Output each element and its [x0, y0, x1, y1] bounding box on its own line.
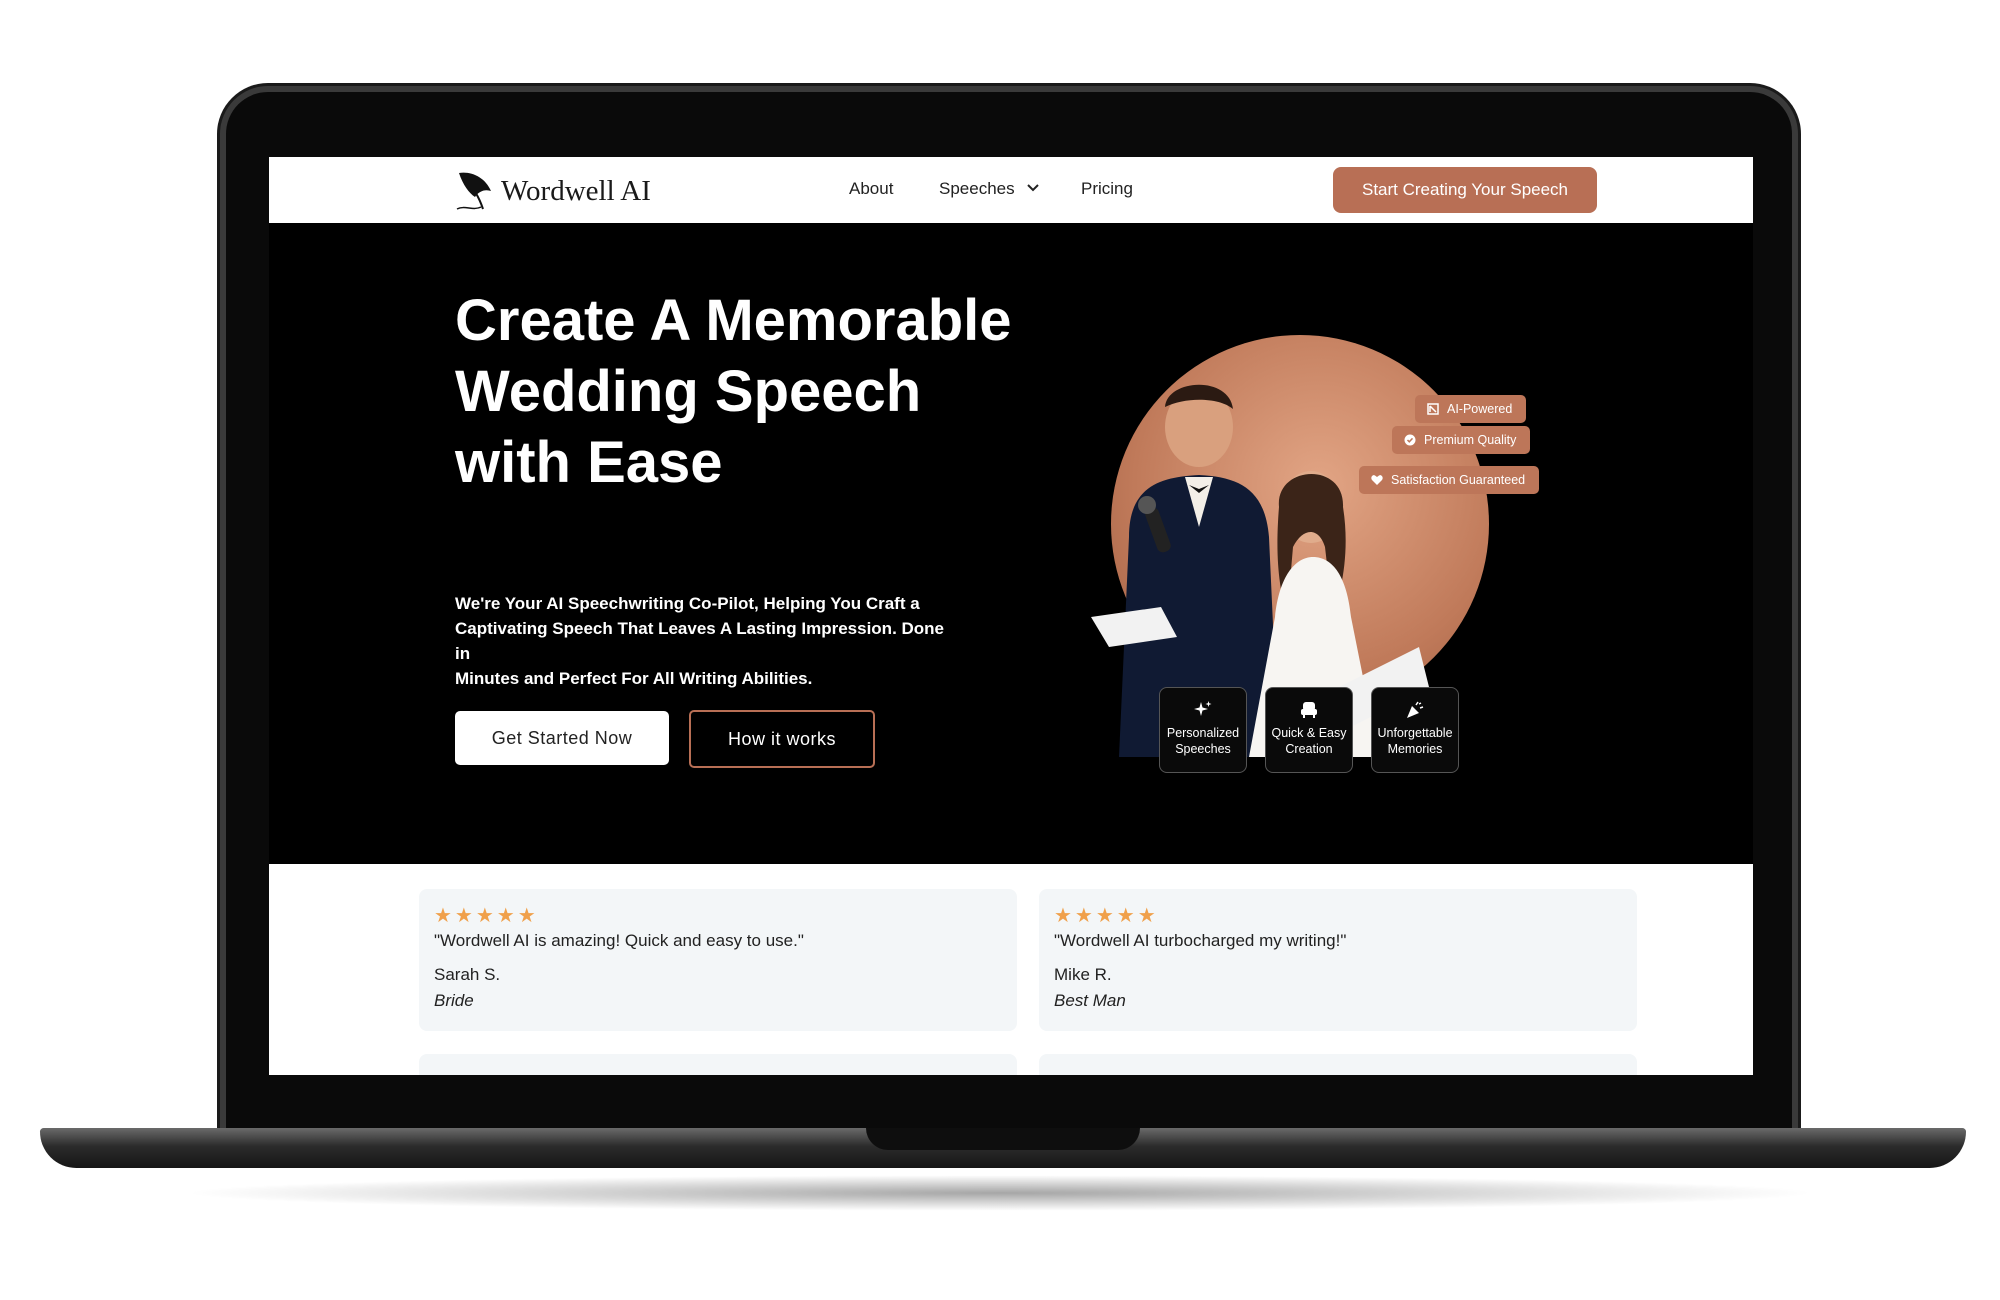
testimonials-section: ★★★★★ "Wordwell AI is amazing! Quick and…: [269, 864, 1753, 1075]
testimonial-role: Best Man: [1054, 991, 1126, 1010]
how-it-works-button[interactable]: How it works: [689, 710, 875, 768]
feature-unforgettable-memories: Unforgettable Memories: [1371, 687, 1459, 773]
testimonial-card-partial: [419, 1054, 1017, 1075]
get-started-button[interactable]: Get Started Now: [455, 711, 669, 765]
check-badge-icon: [1404, 434, 1416, 446]
hero-subtitle-line: Minutes and Perfect For All Writing Abil…: [455, 669, 813, 688]
badge-ai-powered: AI-Powered: [1415, 395, 1527, 423]
feature-label: Quick & Easy: [1271, 726, 1347, 740]
feature-personalized-speeches: Personalized Speeches: [1159, 687, 1247, 773]
testimonial-quote: "Wordwell AI is amazing! Quick and easy …: [434, 931, 804, 950]
testimonial-card-partial: [1039, 1054, 1637, 1075]
logo-text: Wordwell AI: [501, 174, 651, 207]
feature-label: Speeches: [1175, 742, 1231, 756]
testimonial-card: ★★★★★ "Wordwell AI is amazing! Quick and…: [419, 889, 1017, 1031]
hero-title-line: Create A Memorable: [455, 288, 1012, 353]
star-rating: ★★★★★: [1054, 905, 1159, 927]
laptop-screen: Wordwell AI About Speeches Pricing Start…: [269, 157, 1753, 1075]
feature-label: Memories: [1387, 742, 1443, 756]
hero-title-line: Wedding Speech: [455, 359, 922, 424]
nav-link-speeches[interactable]: Speeches: [939, 179, 1040, 199]
top-nav: Wordwell AI About Speeches Pricing Start…: [269, 157, 1753, 223]
hero-subtitle-line: We're Your AI Speechwriting Co-Pilot, He…: [455, 594, 920, 613]
nav-link-speeches-label: Speeches: [939, 179, 1015, 198]
heart-icon: [1371, 475, 1383, 485]
feature-label: Creation: [1285, 742, 1333, 756]
testimonial-name: Sarah S.: [434, 965, 501, 984]
badge-satisfaction-guaranteed: Satisfaction Guaranteed: [1359, 466, 1540, 494]
start-creating-button[interactable]: Start Creating Your Speech: [1333, 167, 1597, 213]
laptop-shadow: [180, 1175, 1820, 1211]
badge-label: Premium Quality: [1424, 433, 1517, 447]
badge-label: AI-Powered: [1447, 402, 1513, 416]
feature-quick-easy-creation: Quick & Easy Creation: [1265, 687, 1353, 773]
hero-title: Create A Memorable Wedding Speech with E…: [455, 285, 1075, 498]
nav-link-pricing[interactable]: Pricing: [1081, 179, 1133, 199]
sparkles-icon: [1194, 701, 1212, 716]
hero-subtitle-line: Captivating Speech That Leaves A Lasting…: [455, 619, 945, 663]
logo[interactable]: Wordwell AI: [455, 169, 651, 213]
nav-link-about[interactable]: About: [849, 179, 893, 199]
chevron-down-icon: [1027, 184, 1040, 192]
laptop-notch: [866, 1128, 1140, 1150]
testimonial-name: Mike R.: [1054, 965, 1112, 984]
feature-label: Personalized: [1166, 726, 1240, 740]
testimonial-quote: "Wordwell AI turbocharged my writing!": [1054, 931, 1347, 950]
armchair-icon: [1301, 702, 1317, 718]
hero-title-line: with Ease: [455, 430, 723, 495]
party-popper-icon: [1407, 701, 1424, 718]
badge-label: Satisfaction Guaranteed: [1391, 473, 1526, 487]
quill-icon: [456, 172, 491, 210]
testimonial-card: ★★★★★ "Wordwell AI turbocharged my writi…: [1039, 889, 1637, 1031]
hero-subtitle: We're Your AI Speechwriting Co-Pilot, He…: [455, 591, 955, 691]
badge-premium-quality: Premium Quality: [1392, 426, 1531, 454]
feature-label: Unforgettable: [1377, 726, 1453, 740]
testimonial-role: Bride: [434, 991, 474, 1010]
brain-chip-icon: [1427, 403, 1439, 415]
star-rating: ★★★★★: [434, 905, 539, 927]
